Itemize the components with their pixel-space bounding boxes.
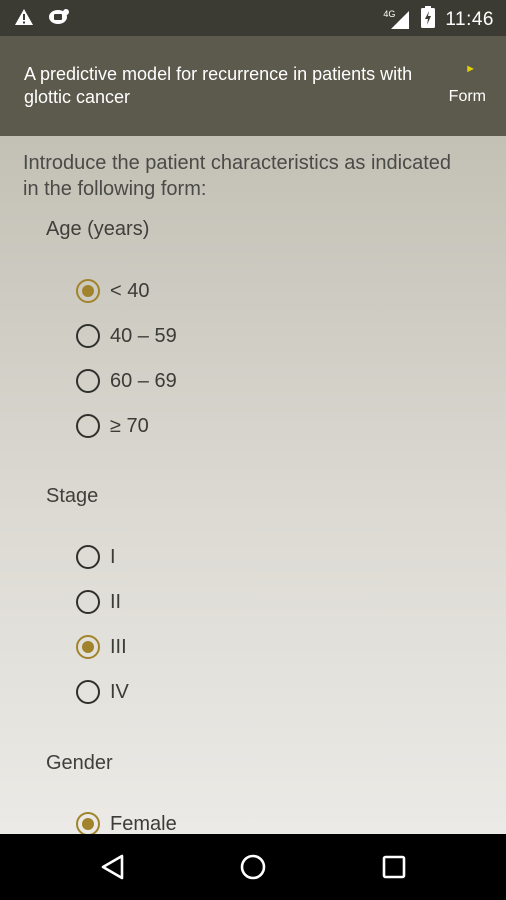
notification-icon bbox=[48, 8, 70, 31]
option-label: I bbox=[110, 545, 116, 568]
battery-icon bbox=[421, 6, 436, 33]
radio-age-70-plus[interactable]: ≥ 70 bbox=[76, 411, 149, 441]
radio-button[interactable] bbox=[76, 680, 100, 704]
radio-age-60-69[interactable]: 60 – 69 bbox=[76, 366, 177, 396]
intro-text: Introduce the patient characteristics as… bbox=[23, 152, 452, 200]
radio-age-40-59[interactable]: 40 – 59 bbox=[76, 321, 177, 351]
radio-button[interactable] bbox=[76, 369, 100, 393]
radio-button[interactable] bbox=[76, 414, 100, 438]
recents-icon[interactable] bbox=[379, 852, 409, 882]
option-label: Female bbox=[110, 812, 177, 835]
radio-button[interactable] bbox=[76, 279, 100, 303]
warning-icon bbox=[14, 8, 34, 31]
radio-button[interactable] bbox=[76, 635, 100, 659]
app-bar: A predictive model for recurrence in pat… bbox=[0, 36, 506, 136]
home-icon[interactable] bbox=[238, 852, 268, 882]
radio-button[interactable] bbox=[76, 590, 100, 614]
gender-group-label: Gender bbox=[46, 752, 113, 774]
play-arrow-icon: ► bbox=[465, 63, 476, 75]
radio-gender-female[interactable]: Female bbox=[76, 809, 177, 834]
radio-stage-iii[interactable]: III bbox=[76, 632, 127, 662]
option-label: II bbox=[110, 590, 122, 613]
radio-button[interactable] bbox=[76, 324, 100, 348]
form-button-label: Form bbox=[448, 88, 486, 105]
radio-stage-ii[interactable]: II bbox=[76, 587, 121, 617]
option-label: 60 – 69 bbox=[110, 369, 177, 392]
option-label: 40 – 59 bbox=[110, 324, 177, 347]
radio-stage-i[interactable]: I bbox=[76, 542, 116, 572]
option-label: < 40 bbox=[110, 279, 150, 302]
status-left bbox=[14, 8, 70, 31]
option-label: III bbox=[110, 635, 127, 658]
app-title: A predictive model for recurrence in pat… bbox=[24, 64, 413, 107]
form-button[interactable]: ► Form bbox=[406, 62, 486, 106]
option-label: IV bbox=[110, 680, 129, 703]
form-content[interactable]: Introduce the patient characteristics as… bbox=[0, 136, 506, 834]
status-right: 4G 11:46 bbox=[383, 6, 494, 33]
option-label: ≥ 70 bbox=[110, 414, 149, 437]
navigation-bar bbox=[0, 834, 506, 900]
radio-button[interactable] bbox=[76, 545, 100, 569]
stage-group-label: Stage bbox=[46, 485, 99, 507]
clock: 11:46 bbox=[445, 8, 494, 30]
status-bar: 4G 11:46 bbox=[0, 0, 506, 36]
signal-icon: 4G bbox=[383, 9, 411, 31]
back-icon[interactable] bbox=[98, 852, 128, 882]
radio-button[interactable] bbox=[76, 812, 100, 834]
age-group-label: Age (years) bbox=[46, 218, 150, 240]
radio-stage-iv[interactable]: IV bbox=[76, 677, 129, 707]
radio-age-under-40[interactable]: < 40 bbox=[76, 276, 149, 306]
